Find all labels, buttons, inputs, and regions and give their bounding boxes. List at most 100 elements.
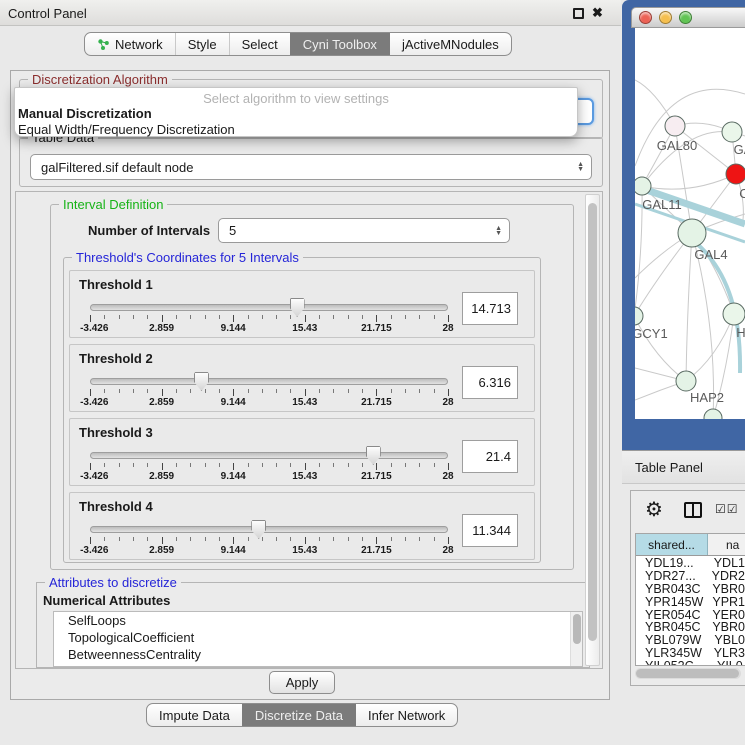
- cell-shared-name[interactable]: YBR043C: [636, 582, 703, 595]
- tab-network[interactable]: Network: [85, 33, 175, 55]
- network-node-h[interactable]: [723, 303, 745, 325]
- cell-name[interactable]: YLR3: [705, 646, 745, 659]
- cell-shared-name[interactable]: YPR145W: [636, 595, 703, 608]
- threshold-value-field[interactable]: 6.316: [462, 366, 518, 399]
- tick-mark: [276, 389, 277, 393]
- tick-mark: [276, 463, 277, 467]
- node-label: GA: [734, 142, 745, 157]
- scrollbar-thumb[interactable]: [636, 669, 739, 678]
- slider-track[interactable]: [90, 304, 448, 311]
- network-node-ga[interactable]: [722, 122, 742, 142]
- mac-zoom-button[interactable]: [679, 11, 692, 24]
- tab-infer-network[interactable]: Infer Network: [355, 704, 457, 726]
- attribute-list-item[interactable]: BetweennessCentrality: [54, 646, 582, 663]
- cell-shared-name[interactable]: YBR045C: [636, 620, 703, 633]
- network-edge[interactable]: [686, 233, 692, 381]
- network-node-hap2[interactable]: [676, 371, 696, 391]
- attribute-list-item[interactable]: SelfLoops: [54, 612, 582, 629]
- dropdown-option-equal-width[interactable]: Equal Width/Frequency Discretization: [15, 122, 577, 138]
- cell-shared-name[interactable]: YDR27...: [636, 569, 703, 582]
- close-icon[interactable]: ✖: [592, 5, 603, 21]
- numerical-attributes-list[interactable]: SelfLoopsTopologicalCoefficientBetweenne…: [53, 611, 583, 667]
- dropdown-option-manual[interactable]: Manual Discretization: [15, 106, 577, 122]
- network-graph[interactable]: GAL80GACGAL11GAL4GCY1HHAP2: [635, 28, 745, 419]
- scale-tick-label: 28: [442, 471, 453, 482]
- gear-icon[interactable]: ⚙: [645, 497, 663, 522]
- cell-name[interactable]: YPR1: [703, 595, 745, 608]
- table-data-combo[interactable]: galFiltered.sif default node ▲▼: [30, 154, 592, 180]
- network-node[interactable]: [704, 409, 722, 419]
- network-node-gal11[interactable]: [635, 177, 651, 195]
- tab-style[interactable]: Style: [175, 33, 229, 55]
- tab-jactivemnodules[interactable]: jActiveMNodules: [389, 33, 511, 55]
- cell-name[interactable]: YER0: [703, 608, 745, 621]
- tick-mark: [319, 389, 320, 393]
- tick-mark: [276, 315, 277, 319]
- attribute-list-item[interactable]: TopologicalCoefficient: [54, 629, 582, 646]
- spinner-arrows-icon: ▲▼: [577, 155, 584, 179]
- tick-mark: [147, 389, 148, 393]
- slider-track[interactable]: [90, 526, 448, 533]
- network-node-gal80[interactable]: [665, 116, 685, 136]
- tab-impute-data[interactable]: Impute Data: [147, 704, 242, 726]
- network-edge[interactable]: [642, 174, 736, 189]
- cell-name[interactable]: YDL1: [705, 556, 745, 569]
- settings-vertical-scrollbar[interactable]: [585, 194, 600, 666]
- number-of-intervals-combo[interactable]: 5 ▲▼: [218, 218, 510, 243]
- scrollbar-thumb[interactable]: [573, 614, 581, 644]
- tab-discretize-data[interactable]: Discretize Data: [242, 704, 355, 726]
- network-canvas[interactable]: GAL80GACGAL11GAL4GCY1HHAP2: [635, 28, 745, 419]
- threshold-slider[interactable]: -3.4262.8599.14415.4321.71528: [90, 452, 448, 483]
- cell-shared-name[interactable]: YBL079W: [636, 633, 705, 646]
- mac-close-button[interactable]: [639, 11, 652, 24]
- split-column-icon[interactable]: [684, 502, 702, 518]
- network-node-gcy1[interactable]: [635, 307, 643, 325]
- dropdown-hint[interactable]: Select algorithm to view settings: [15, 88, 577, 106]
- network-edge[interactable]: [635, 233, 692, 316]
- cell-shared-name[interactable]: YIL052C: [636, 659, 708, 666]
- table-row[interactable]: YDL19...YDL1: [636, 556, 745, 569]
- attributes-scrollbar[interactable]: [570, 612, 582, 666]
- float-window-icon[interactable]: [573, 8, 584, 19]
- tab-select[interactable]: Select: [229, 33, 290, 55]
- mac-minimize-button[interactable]: [659, 11, 672, 24]
- checkbox-icons[interactable]: ☑☑: [715, 502, 739, 516]
- table-row[interactable]: YDR27...YDR2: [636, 569, 745, 582]
- column-header-name[interactable]: na: [708, 534, 745, 555]
- cell-shared-name[interactable]: YLR345W: [636, 646, 705, 659]
- table-row[interactable]: YLR345WYLR3: [636, 646, 745, 659]
- cell-shared-name[interactable]: YER054C: [636, 608, 703, 621]
- table-row[interactable]: YBL079WYBL0: [636, 633, 745, 646]
- network-node-gal4[interactable]: [678, 219, 706, 247]
- table-row[interactable]: YBR043CYBR0: [636, 582, 745, 595]
- cell-name[interactable]: YBR0: [703, 582, 745, 595]
- column-header-shared[interactable]: shared...: [636, 534, 708, 555]
- table-row[interactable]: YIL052CYIL0: [636, 659, 745, 666]
- threshold-slider[interactable]: -3.4262.8599.14415.4321.71528: [90, 378, 448, 409]
- cell-shared-name[interactable]: YDL19...: [636, 556, 705, 569]
- tab-cyni-toolbox[interactable]: Cyni Toolbox: [290, 33, 389, 55]
- table-row[interactable]: YER054CYER0: [636, 608, 745, 621]
- cell-name[interactable]: YBR0: [703, 620, 745, 633]
- slider-track[interactable]: [90, 378, 448, 385]
- tick-mark: [162, 315, 163, 322]
- table-horizontal-scrollbar[interactable]: [635, 668, 741, 679]
- network-node-c[interactable]: [726, 164, 745, 184]
- slider-track[interactable]: [90, 452, 448, 459]
- threshold-value-field[interactable]: 21.4: [462, 440, 518, 473]
- cell-name[interactable]: YDR2: [703, 569, 745, 582]
- threshold-slider[interactable]: -3.4262.8599.14415.4321.71528: [90, 526, 448, 557]
- apply-button[interactable]: Apply: [269, 671, 335, 694]
- cell-name[interactable]: YBL0: [705, 633, 745, 646]
- scrollbar-thumb[interactable]: [588, 203, 597, 641]
- table-row[interactable]: YPR145WYPR1: [636, 595, 745, 608]
- network-edge[interactable]: [686, 314, 734, 381]
- tick-mark: [391, 463, 392, 467]
- cell-name[interactable]: YIL0: [708, 659, 745, 666]
- threshold-slider[interactable]: -3.4262.8599.14415.4321.71528: [90, 304, 448, 335]
- table-row[interactable]: YBR045CYBR0: [636, 620, 745, 633]
- tick-mark: [133, 389, 134, 393]
- threshold-value-field[interactable]: 11.344: [462, 514, 518, 547]
- tick-mark: [176, 537, 177, 541]
- threshold-value-field[interactable]: 14.713: [462, 292, 518, 325]
